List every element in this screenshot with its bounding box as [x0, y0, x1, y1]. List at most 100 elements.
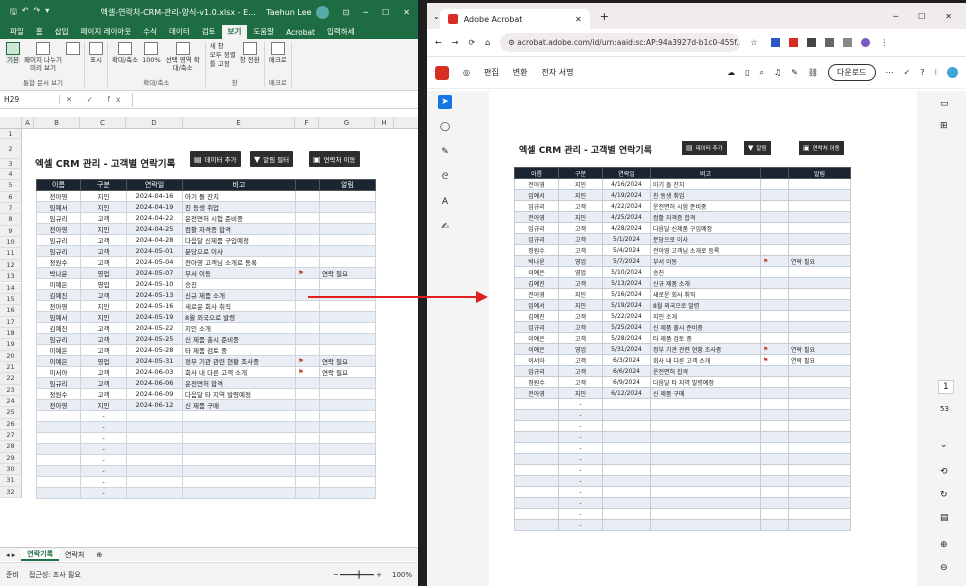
row-header[interactable]: 1 — [0, 129, 22, 139]
row-header[interactable]: 30 — [0, 464, 22, 476]
minimize-icon[interactable]: ─ — [893, 12, 898, 21]
show-button[interactable]: 표시 — [89, 42, 103, 64]
row-header[interactable]: 5 — [0, 180, 22, 192]
row-header[interactable]: 24 — [0, 396, 22, 408]
undo-icon[interactable]: ↶ — [22, 6, 29, 20]
link-icon[interactable]: ⛓ — [808, 68, 818, 77]
add-data-button[interactable]: ▤ 데이터 추가 — [190, 151, 241, 167]
reload-icon[interactable]: ⟳ — [468, 38, 475, 47]
zoom-button[interactable]: 확대/축소 — [112, 42, 138, 64]
user-account[interactable]: Taehun Lee — [266, 6, 334, 19]
tab-6[interactable]: 검토 — [196, 25, 222, 39]
row-header[interactable]: 15 — [0, 293, 22, 306]
column-header[interactable]: D — [126, 117, 183, 128]
select-tool-icon[interactable]: ➤ — [438, 95, 452, 109]
maximize-icon[interactable]: ☐ — [918, 12, 925, 21]
draw-tool-icon[interactable]: ✎ — [438, 145, 452, 159]
macros-button[interactable]: 매크로 — [269, 42, 287, 64]
tab-2[interactable]: 삽입 — [49, 25, 75, 39]
tab-10[interactable]: 입력하세 — [321, 25, 361, 39]
browser-tab-acrobat[interactable]: Adobe Acrobat ✕ — [439, 9, 590, 29]
alert-filter-button[interactable]: ▼ 알림 필터 — [250, 151, 294, 167]
row-header[interactable]: 11 — [0, 248, 22, 260]
text-tool-icon[interactable]: A — [438, 195, 452, 209]
tab-close-icon[interactable]: ✕ — [575, 15, 582, 24]
row-header[interactable]: 19 — [0, 339, 22, 351]
read-aloud-icon[interactable]: ♫ — [774, 68, 781, 77]
home-icon[interactable]: ⌂ — [485, 38, 490, 47]
comment-tool-icon[interactable]: ◯ — [438, 120, 452, 134]
column-header[interactable]: C — [80, 117, 126, 128]
accessibility-status[interactable]: 접근성: 조사 필요 — [29, 570, 81, 580]
zoom-in-icon[interactable]: ⊕ — [940, 540, 948, 550]
avatar[interactable] — [315, 6, 329, 19]
tab-0[interactable]: 파일 — [4, 25, 30, 39]
row-header[interactable]: 20 — [0, 350, 22, 362]
help-icon[interactable]: ? — [920, 68, 924, 77]
row-header[interactable]: 3 — [0, 159, 22, 169]
rotate-icon[interactable]: ⟲ — [940, 467, 948, 477]
row-header[interactable]: 4 — [0, 169, 22, 181]
row-header[interactable]: 31 — [0, 475, 22, 487]
row-header[interactable]: 17 — [0, 316, 22, 328]
refresh-icon[interactable]: ↻ — [940, 490, 948, 500]
back-icon[interactable]: ← — [435, 38, 442, 47]
bookmark-star-icon[interactable]: ☆ — [750, 38, 757, 47]
row-header[interactable]: 26 — [0, 418, 22, 431]
sheet-nav-icon[interactable]: ◂ ▸ — [0, 551, 21, 559]
zoom-slider[interactable]: ─ ━━━━╋━━━ + — [334, 571, 382, 579]
file-icon[interactable]: ▯ — [745, 68, 749, 77]
tab-3[interactable]: 페이지 레이아웃 — [75, 25, 138, 39]
column-header[interactable]: A — [22, 117, 34, 128]
cloud-icon[interactable]: ☁ — [727, 68, 735, 77]
row-header[interactable]: 18 — [0, 327, 22, 340]
download-icon[interactable] — [843, 38, 853, 47]
acrobat-extension-icon[interactable] — [789, 38, 799, 47]
name-box[interactable]: H29 — [0, 95, 60, 104]
arrange-all-button[interactable]: 모두 정렬 — [210, 51, 236, 60]
formula-controls[interactable]: ✕ ✓ fx — [60, 95, 132, 104]
redo-icon[interactable]: ↷ — [34, 6, 41, 20]
tab-list-icon[interactable]: ⌄ — [433, 12, 440, 21]
close-icon[interactable]: ✕ — [403, 8, 410, 17]
sheet-tab-0[interactable]: 연락기록 — [21, 548, 60, 561]
address-bar[interactable]: ⚙ acrobat.adobe.com/id/urn:aaid:sc:AP:94… — [500, 33, 741, 52]
tab-5[interactable]: 데이터 — [163, 25, 196, 39]
extension-icon[interactable] — [771, 38, 781, 47]
ai-assistant-icon[interactable]: ◎ — [463, 68, 470, 77]
row-header[interactable]: 29 — [0, 452, 22, 465]
search-icon[interactable]: ⌕ — [760, 68, 764, 78]
zoom-level[interactable]: 100% — [392, 571, 412, 579]
row-header[interactable]: 27 — [0, 430, 22, 442]
normal-view-button[interactable]: 기본 — [6, 42, 20, 64]
acrobat-home-icon[interactable] — [435, 65, 449, 80]
more-icon[interactable]: ⋯ — [886, 68, 894, 77]
row-header[interactable]: 12 — [0, 259, 22, 272]
menu-esign[interactable]: 전자 서명 — [541, 67, 573, 78]
row-header[interactable]: 32 — [0, 486, 22, 499]
profile-avatar[interactable] — [947, 67, 958, 78]
lasso-tool-icon[interactable]: ᘓ — [438, 170, 452, 184]
puzzle-icon[interactable] — [825, 38, 835, 47]
page-thumb-icon[interactable]: ▤ — [940, 513, 949, 523]
row-header[interactable]: 13 — [0, 271, 22, 283]
minimize-icon[interactable]: ─ — [363, 8, 368, 17]
column-header[interactable]: E — [183, 117, 295, 128]
row-header[interactable]: 7 — [0, 203, 22, 215]
customize-icon[interactable]: ▾ — [45, 6, 49, 20]
zoom-100-button[interactable]: 100% — [142, 42, 161, 64]
column-header[interactable]: G — [319, 117, 375, 128]
row-header[interactable]: 22 — [0, 373, 22, 385]
next-page-icon[interactable]: ⌄ — [940, 440, 948, 450]
add-sheet-icon[interactable]: ⊕ — [90, 551, 108, 559]
row-header[interactable]: 9 — [0, 225, 22, 238]
page-break-preview-button[interactable]: 페이지 나누기 미리 보기 — [24, 42, 62, 72]
freeze-panes-button[interactable]: 틀 고정 — [210, 60, 236, 69]
formula-input[interactable] — [132, 92, 418, 107]
maximize-icon[interactable]: ☐ — [382, 8, 389, 17]
column-header[interactable]: H — [375, 117, 394, 128]
profile-avatar[interactable] — [861, 38, 871, 47]
apps-icon[interactable]: ⁝ — [934, 68, 937, 77]
switch-window-button[interactable]: 창 전환 — [240, 42, 260, 64]
save-icon[interactable]: 🖫 — [10, 6, 17, 20]
